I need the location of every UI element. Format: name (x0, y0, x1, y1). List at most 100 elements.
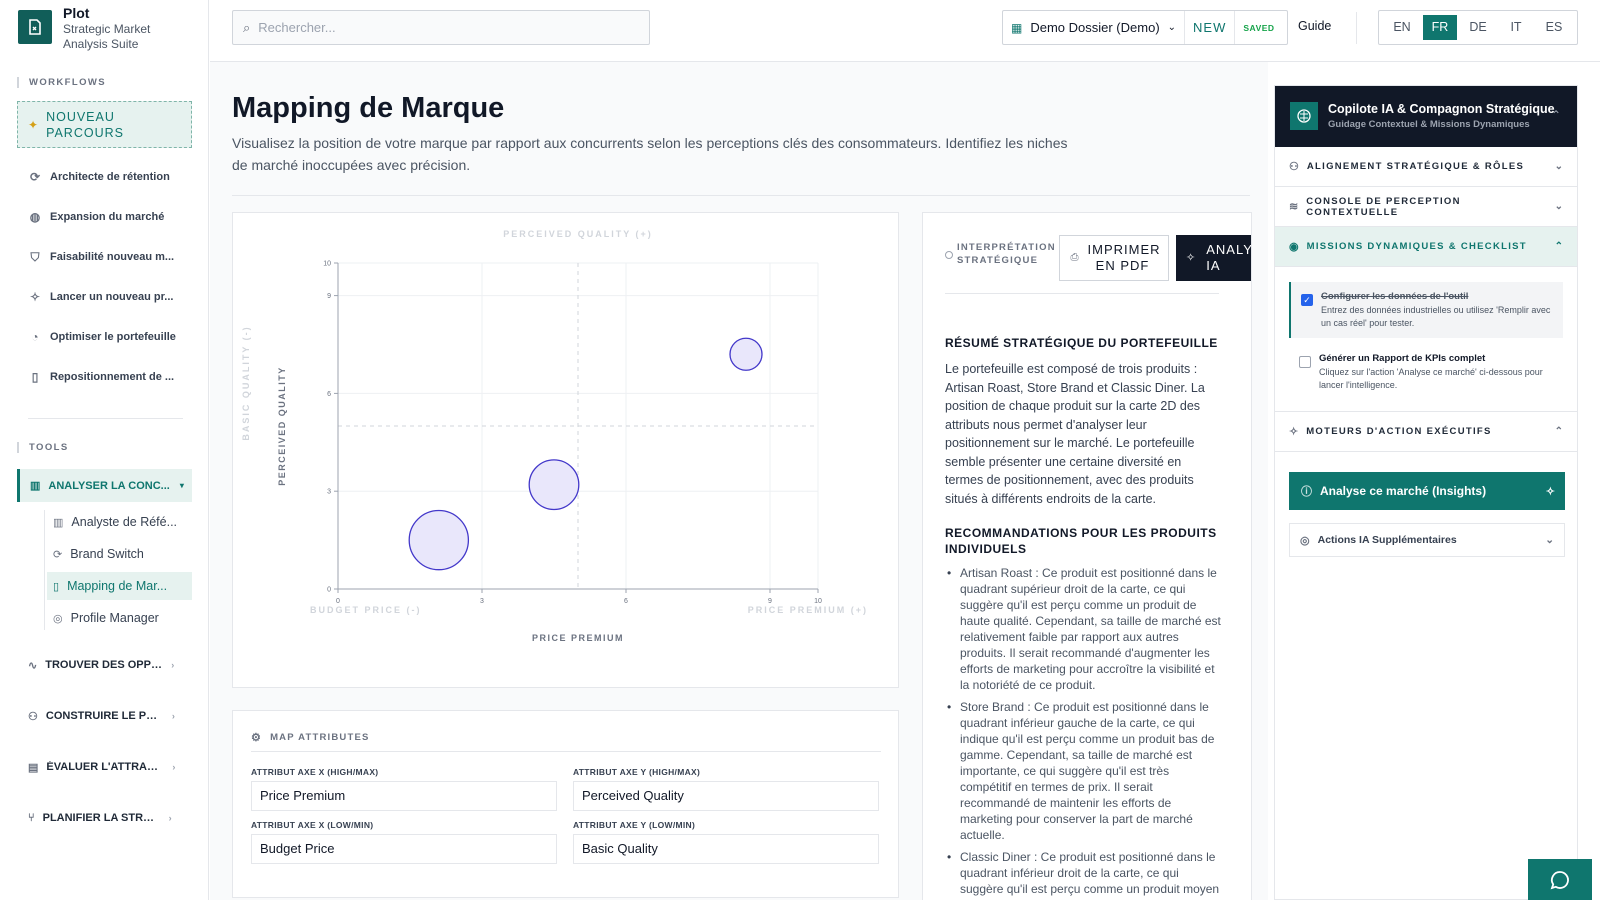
list-item: Store Brand : Ce produit est positionné … (945, 699, 1221, 843)
x-low-label: ATTRIBUT AXE X (LOW/MIN) (251, 820, 374, 830)
task-generate-report[interactable]: Générer un Rapport de KPIs complet Cliqu… (1289, 344, 1563, 400)
recommendations-list: Artisan Roast : Ce produit est positionn… (945, 565, 1221, 900)
interpretation-card: INTERPRÉTATION STRATÉGIQUE ⎙ IMPRIMER EN… (922, 212, 1252, 900)
y-tick-label: 0 (327, 587, 331, 594)
dossier-dropdown[interactable]: ▦ Demo Dossier (Demo) ⌄ (1003, 11, 1186, 44)
workflow-item-portfolio[interactable]: ◔ Optimiser le portefeuille (28, 327, 193, 347)
group-plan-strategy[interactable]: ⑂ PLANIFIER LA STRATÉ... › (28, 808, 183, 828)
divider (232, 195, 1250, 196)
new-path-button[interactable]: ✦ NOUVEAU PARCOURS (17, 101, 192, 148)
workflow-label: Architecte de rétention (50, 171, 170, 183)
topbar: ⌕ Rechercher... ▦ Demo Dossier (Demo) ⌄ … (210, 0, 1600, 62)
main-content: Mapping de Marque Visualisez la position… (210, 62, 1268, 900)
gear-icon: ⚙ (251, 732, 263, 744)
section-perception-console[interactable]: ≋ CONSOLE DE PERCEPTION CONTEXTUELLE ⌄ (1275, 187, 1577, 227)
section-executive-engines[interactable]: ✧ MOTEURS D'ACTION EXÉCUTIFS ⌃ (1275, 412, 1577, 452)
group-evaluate-attractiveness[interactable]: ▤ ÉVALUER L'ATTRACTI... › (28, 757, 183, 777)
chevron-right-icon: › (171, 660, 175, 670)
tool-group-analyse[interactable]: ▥ ANALYSER LA CONC... ▾ (17, 469, 192, 502)
chat-button[interactable] (1528, 859, 1592, 900)
group-find-opportunities[interactable]: ∿ TROUVER DES OPPOR... › (28, 655, 183, 675)
brand-map-chart[interactable]: 0 3 6 9 10 0 3 6 9 10 PERCEIVED QUALITY (+) BUDGET … (233, 213, 898, 687)
printer-icon: ⎙ (1070, 252, 1080, 263)
lang-fr[interactable]: FR (1423, 15, 1457, 40)
dossier-selector[interactable]: ▦ Demo Dossier (Demo) ⌄ NEW SAVED (1002, 10, 1288, 45)
analyse-market-button[interactable]: ⓘ Analyse ce marché (Insights) ✧ (1289, 472, 1565, 510)
y-tick-label: 9 (327, 293, 331, 300)
pie-icon: ◔ (31, 330, 39, 344)
workflow-label: Optimiser le portefeuille (50, 331, 176, 343)
globe-icon: ◍ (29, 210, 41, 224)
task-description: Cliquez sur l'action 'Analyse ce marché'… (1319, 367, 1543, 390)
print-pdf-button[interactable]: ⎙ IMPRIMER EN PDF (1059, 235, 1169, 281)
saved-badge: SAVED (1243, 22, 1275, 33)
section-dynamic-missions[interactable]: ◉ MISSIONS DYNAMIQUES & CHECKLIST ⌃ (1275, 227, 1577, 267)
new-dossier-button[interactable]: NEW (1185, 11, 1236, 44)
summary-text: Le portefeuille est composé de trois pro… (945, 362, 1205, 506)
x-axis-title: PRICE PREMIUM (532, 633, 624, 643)
more-label: Actions IA Supplémentaires (1317, 534, 1457, 546)
copilot-title: Copilote IA & Compagnon Stratégique (1328, 102, 1555, 116)
map-attributes-title: ⚙ MAP ATTRIBUTES (251, 731, 370, 744)
chevron-right-icon: › (171, 711, 175, 721)
check-circle-icon: ◉ (1289, 241, 1299, 253)
language-switcher: EN FR DE IT ES (1378, 10, 1578, 45)
search-input[interactable]: ⌕ Rechercher... (232, 10, 650, 45)
copilot-header[interactable]: Copilote IA & Compagnon Stratégique Guid… (1275, 86, 1577, 147)
calculator-icon: ▤ (28, 761, 39, 774)
lang-de[interactable]: DE (1461, 15, 1495, 40)
print-label: IMPRIMER EN PDF (1087, 242, 1161, 273)
guide-link[interactable]: Guide (1298, 19, 1331, 33)
search-icon: ⌕ (243, 19, 251, 35)
more-ai-actions-dropdown[interactable]: ◎ Actions IA Supplémentaires ⌄ (1289, 523, 1565, 557)
bar-chart-icon: ▥ (30, 480, 41, 492)
new-path-label: NOUVEAU PARCOURS (46, 109, 124, 140)
tool-item-brand-switch[interactable]: ⟳ Brand Switch (47, 540, 192, 568)
bar-chart-icon: ▥ (53, 516, 64, 529)
sparkle-icon: ✧ (29, 290, 41, 304)
workflow-item-repositioning[interactable]: ▯ Repositionnement de ... (28, 367, 193, 387)
ai-analysis-button[interactable]: ✧ ANALYS IA (1176, 235, 1251, 281)
section-label: MOTEURS D'ACTION EXÉCUTIFS (1306, 426, 1492, 437)
checkbox[interactable] (1299, 356, 1311, 368)
section-label: CONSOLE DE PERCEPTION CONTEXTUELLE (1306, 195, 1461, 218)
lang-it[interactable]: IT (1499, 15, 1533, 40)
y-low-input[interactable]: Basic Quality (573, 834, 879, 864)
section-label: ALIGNEMENT STRATÉGIQUE & RÔLES (1306, 161, 1525, 172)
document-icon (29, 19, 41, 35)
chevron-up-icon[interactable]: ⌃ (1551, 108, 1561, 122)
lang-en[interactable]: EN (1385, 15, 1419, 40)
y-axis-title: PERCEIVED QUALITY (277, 366, 287, 486)
workflow-label: Faisabilité nouveau m... (50, 251, 175, 263)
workflow-item-launch[interactable]: ✧ Lancer un nouveau pr... (28, 287, 193, 307)
x-high-input[interactable]: Price Premium (251, 781, 557, 811)
sidebar: Plot Strategic Market Analysis Suite WOR… (0, 0, 209, 900)
brand-bubble (528, 459, 580, 511)
workflow-item-feasibility[interactable]: ⛉ Faisabilité nouveau m... (28, 247, 193, 267)
brand-map-card: 0 3 6 9 10 0 3 6 9 10 PERCEIVED QUALITY (+) BUDGET … (232, 212, 899, 688)
chat-bubble-icon (1550, 870, 1569, 889)
workflow-item-retention[interactable]: ⟳ Architecte de rétention (28, 167, 193, 187)
user-icon: ⚇ (1289, 161, 1299, 173)
tool-item-reference-analyst[interactable]: ▥ Analyste de Réfé... (47, 508, 192, 536)
analyse-label: Analyse ce marché (Insights) (1320, 484, 1487, 498)
logo[interactable] (18, 10, 52, 44)
chevron-down-icon: ⌄ (1554, 161, 1563, 172)
y-high-input[interactable]: Perceived Quality (573, 781, 879, 811)
checkbox-checked[interactable]: ✓ (1301, 294, 1313, 306)
group-label: CONSTRUIRE LE POSI... (45, 710, 164, 722)
chevron-down-icon: ⌄ (1167, 22, 1177, 33)
chevron-up-icon: ⌃ (1554, 241, 1563, 252)
tool-item-profile-manager[interactable]: ◎ Profile Manager (47, 604, 192, 632)
tool-item-label: Analyste de Réfé... (71, 515, 178, 529)
lang-es[interactable]: ES (1537, 15, 1571, 40)
tool-item-brand-mapping[interactable]: ▯ Mapping de Mar... (47, 572, 192, 600)
brain-icon (1290, 102, 1318, 130)
task-configure-data[interactable]: ✓ Configurer les données de l'outil Entr… (1289, 282, 1563, 338)
compass-icon: ◎ (1300, 534, 1310, 547)
page-description: Visualisez la position de votre marque p… (232, 135, 1068, 173)
section-strategic-alignment[interactable]: ⚇ ALIGNEMENT STRATÉGIQUE & RÔLES ⌄ (1275, 147, 1577, 187)
x-low-input[interactable]: Budget Price (251, 834, 557, 864)
workflow-item-expansion[interactable]: ◍ Expansion du marché (28, 207, 193, 227)
group-build-positioning[interactable]: ⚇ CONSTRUIRE LE POSI... › (28, 706, 183, 726)
